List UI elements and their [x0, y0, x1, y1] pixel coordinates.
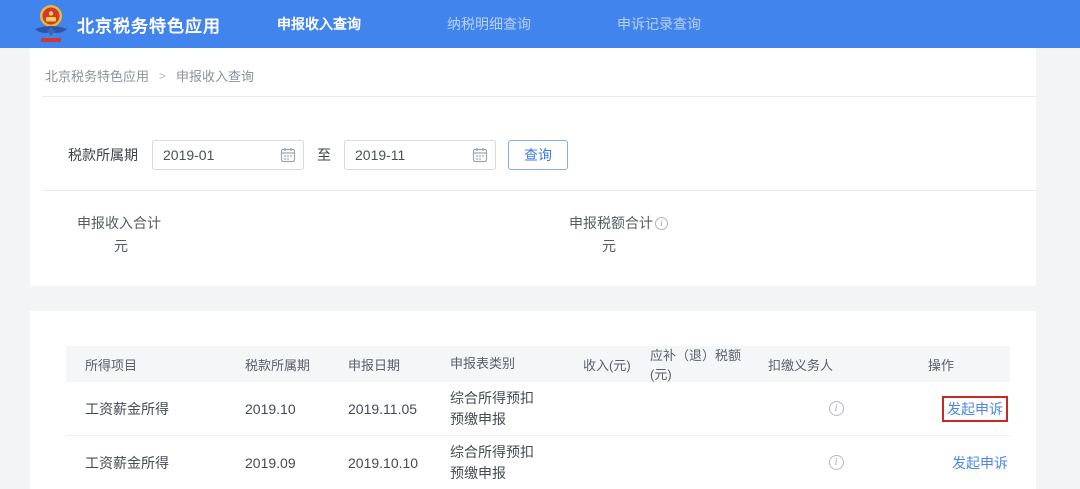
nav-item-declared-income-query[interactable]: 申报收入查询	[277, 14, 361, 34]
breadcrumb-current: 申报收入查询	[176, 69, 255, 84]
col-income: 收入(元)	[583, 357, 631, 373]
info-icon[interactable]: i	[828, 401, 844, 416]
declared-tax-total-label: 申报税额合计 i	[569, 213, 668, 233]
cell-declare-date: 2019.10.10	[348, 454, 419, 471]
tax-total-label-text: 申报税额合计	[569, 215, 653, 231]
app-title: 北京税务特色应用	[77, 16, 221, 36]
info-icon[interactable]: i	[655, 217, 668, 230]
tax-total-unit: 元	[602, 238, 616, 254]
cell-income	[560, 436, 640, 489]
start-period-field	[152, 140, 304, 170]
end-period-field	[344, 140, 496, 170]
cell-income-type: 工资薪金所得	[85, 454, 169, 471]
cell-form-type: 综合所得预扣 预缴申报	[450, 443, 534, 481]
col-income-type: 所得项目	[85, 357, 138, 373]
cell-refund	[640, 382, 750, 435]
initiate-appeal-link[interactable]: 发起申诉	[952, 453, 1008, 473]
cell-withholding-agent: i	[761, 436, 911, 489]
col-tax-period: 税款所属期	[245, 357, 311, 373]
cell-form-type: 综合所得预扣 预缴申报	[450, 389, 534, 427]
col-form-type: 申报表类别	[450, 356, 516, 372]
upper-content-card: 北京税务特色应用 > 申报收入查询 税款所属期 至	[30, 48, 1036, 286]
divider	[42, 190, 1036, 191]
nav-item-appeal-record-query[interactable]: 申诉记录查询	[617, 14, 701, 34]
cell-action: 发起申诉	[900, 436, 1010, 489]
breadcrumb-root[interactable]: 北京税务特色应用	[45, 66, 149, 85]
highlight-annotation-box: 发起申诉	[942, 395, 1008, 422]
cell-refund	[640, 436, 750, 489]
income-total-unit: 元	[114, 238, 128, 254]
cell-declare-date: 2019.11.05	[348, 400, 418, 417]
to-label: 至	[317, 147, 331, 163]
col-refund-amount: 应补（退）税额(元)	[650, 348, 742, 382]
table-row: 工资薪金所得 2019.10 2019.11.05 综合所得预扣 预缴申报 i …	[66, 382, 1010, 436]
results-table: 所得项目 税款所属期 申报日期 申报表类别 收入(元) 应补（退）税额(元) 扣…	[66, 346, 1010, 489]
query-button[interactable]: 查询	[508, 140, 568, 170]
top-header-bar: 北京税务特色应用 申报收入查询 纳税明细查询 申诉记录查询	[0, 0, 1080, 48]
tax-emblem-logo-icon	[35, 5, 67, 42]
nav-item-tax-detail-query[interactable]: 纳税明细查询	[447, 14, 531, 34]
cell-action: 发起申诉	[900, 382, 1010, 435]
declared-tax-total-value: 元	[602, 236, 616, 256]
filter-bar: 税款所属期 至	[68, 140, 568, 170]
results-table-card: 所得项目 税款所属期 申报日期 申报表类别 收入(元) 应补（退）税额(元) 扣…	[30, 311, 1036, 489]
col-actions: 操作	[928, 357, 955, 373]
initiate-appeal-link[interactable]: 发起申诉	[947, 401, 1003, 417]
top-navigation: 申报收入查询 纳税明细查询 申诉记录查询	[277, 14, 787, 34]
table-header-row: 所得项目 税款所属期 申报日期 申报表类别 收入(元) 应补（退）税额(元) 扣…	[66, 346, 1010, 382]
cell-withholding-agent: i	[761, 382, 911, 435]
cell-tax-period: 2019.09	[245, 454, 296, 471]
breadcrumb: 北京税务特色应用 > 申报收入查询	[45, 66, 254, 85]
info-icon[interactable]: i	[828, 455, 844, 470]
breadcrumb-separator-icon: >	[159, 68, 167, 83]
declared-income-total-label: 申报收入合计	[77, 215, 161, 231]
declared-income-total-value: 元	[114, 236, 128, 256]
col-declare-date: 申报日期	[348, 357, 401, 373]
cell-income	[560, 382, 640, 435]
calendar-icon[interactable]	[472, 147, 488, 163]
calendar-icon[interactable]	[280, 147, 296, 163]
cell-tax-period: 2019.10	[245, 400, 296, 417]
cell-income-type: 工资薪金所得	[85, 400, 169, 417]
page: 北京税务特色应用 申报收入查询 纳税明细查询 申诉记录查询 北京税务特色应用 >…	[0, 0, 1080, 489]
table-row: 工资薪金所得 2019.09 2019.10.10 综合所得预扣 预缴申报 i …	[66, 436, 1010, 489]
col-withholding-agent: 扣缴义务人	[768, 357, 834, 373]
divider	[42, 96, 1036, 97]
tax-period-label: 税款所属期	[68, 147, 138, 163]
